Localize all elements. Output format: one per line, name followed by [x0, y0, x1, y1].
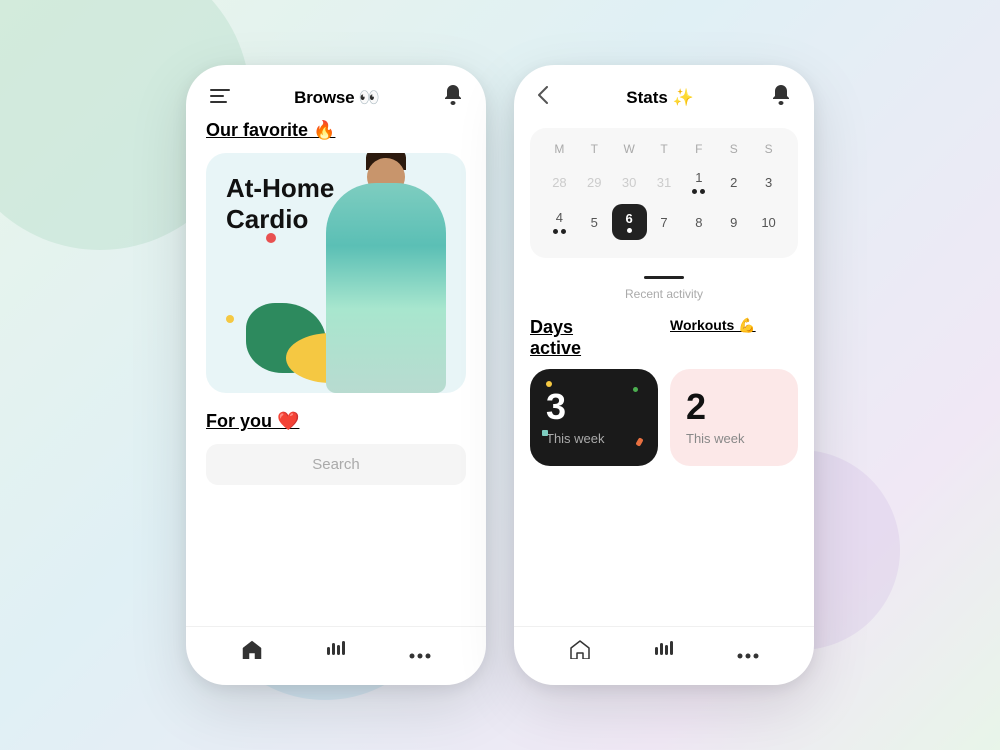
recent-label: Recent activity: [625, 287, 703, 301]
cal-day-2[interactable]: 2: [716, 164, 751, 200]
back-icon[interactable]: [538, 86, 548, 110]
phones-container: Browse 👀 Our favorite 🔥 At-HomeCardio: [186, 65, 814, 685]
search-bar[interactable]: Search: [206, 444, 466, 485]
nav-more-stats[interactable]: [737, 639, 759, 665]
cal-day-6-today[interactable]: 6: [612, 204, 647, 240]
person-body: [326, 183, 446, 393]
bell-icon-stats[interactable]: [772, 85, 790, 110]
browse-content: Our favorite 🔥 At-HomeCardio: [186, 120, 486, 626]
nav-activity-browse[interactable]: [324, 639, 348, 665]
workouts-label: This week: [686, 431, 782, 446]
browse-header: Browse 👀: [186, 65, 486, 120]
workouts-card: 2 This week: [670, 369, 798, 466]
confetti-4: [542, 430, 548, 436]
for-you-title: For you ❤️: [206, 411, 466, 432]
days-active-number: 3: [546, 389, 642, 425]
confetti-1: [546, 381, 552, 387]
cal-day-4[interactable]: 4: [542, 204, 577, 240]
cal-header-s1: S: [716, 142, 751, 156]
stats-section: Daysactive Workouts 💪 3: [514, 309, 814, 626]
person-figure: [326, 183, 446, 393]
nav-activity-stats[interactable]: [652, 639, 676, 665]
bell-icon-browse[interactable]: [444, 85, 462, 110]
confetti-2: [633, 387, 638, 392]
cal-day-1[interactable]: 1: [681, 164, 716, 200]
calendar-week2: 4 5 6 7 8 9 10: [542, 204, 786, 240]
featured-card-title: At-HomeCardio: [226, 173, 334, 235]
stats-title: Stats ✨: [626, 88, 693, 108]
calendar-week1: 28 29 30 31 1 2 3: [542, 164, 786, 200]
browse-title: Browse 👀: [294, 88, 380, 108]
workouts-title: Workouts 💪: [670, 317, 798, 334]
card-dot-yellow: [226, 315, 234, 323]
cal-day-28[interactable]: 28: [542, 164, 577, 200]
recent-bar: [644, 276, 684, 279]
cal-day-9[interactable]: 9: [716, 204, 751, 240]
cal-header-t1: T: [577, 142, 612, 156]
browse-nav: [186, 626, 486, 685]
stats-header: Stats ✨: [514, 65, 814, 120]
cal-header-m: M: [542, 142, 577, 156]
nav-more-browse[interactable]: [409, 639, 431, 665]
phone-browse: Browse 👀 Our favorite 🔥 At-HomeCardio: [186, 65, 486, 685]
search-placeholder: Search: [312, 456, 360, 473]
workouts-number: 2: [686, 389, 782, 425]
cal-day-8[interactable]: 8: [681, 204, 716, 240]
cal-day-30[interactable]: 30: [612, 164, 647, 200]
cal-header-f: F: [681, 142, 716, 156]
cal-day-29[interactable]: 29: [577, 164, 612, 200]
stats-cards: 3 This week 2 This week: [530, 369, 798, 466]
cal-day-31[interactable]: 31: [647, 164, 682, 200]
cal-header-t2: T: [647, 142, 682, 156]
nav-home-browse[interactable]: [241, 639, 263, 665]
days-active-title: Daysactive: [530, 317, 658, 359]
for-you-section: For you ❤️: [206, 411, 466, 432]
cal-day-7[interactable]: 7: [647, 204, 682, 240]
our-favorite-title: Our favorite 🔥: [206, 120, 466, 141]
nav-home-stats[interactable]: [569, 639, 591, 665]
menu-icon[interactable]: [210, 87, 230, 108]
cal-header-w: W: [612, 142, 647, 156]
cal-header-s2: S: [751, 142, 786, 156]
featured-card[interactable]: At-HomeCardio: [206, 153, 466, 393]
days-active-label: This week: [546, 431, 642, 446]
cal-day-5[interactable]: 5: [577, 204, 612, 240]
phone-stats: Stats ✨ M T W T F S S 28 29: [514, 65, 814, 685]
cal-day-3[interactable]: 3: [751, 164, 786, 200]
recent-activity-section: Recent activity: [530, 276, 798, 303]
days-active-card: 3 This week: [530, 369, 658, 466]
calendar-section: M T W T F S S 28 29 30 31 1 2 3: [530, 128, 798, 258]
stats-nav: [514, 626, 814, 685]
calendar-header: M T W T F S S: [542, 142, 786, 156]
cal-day-10[interactable]: 10: [751, 204, 786, 240]
